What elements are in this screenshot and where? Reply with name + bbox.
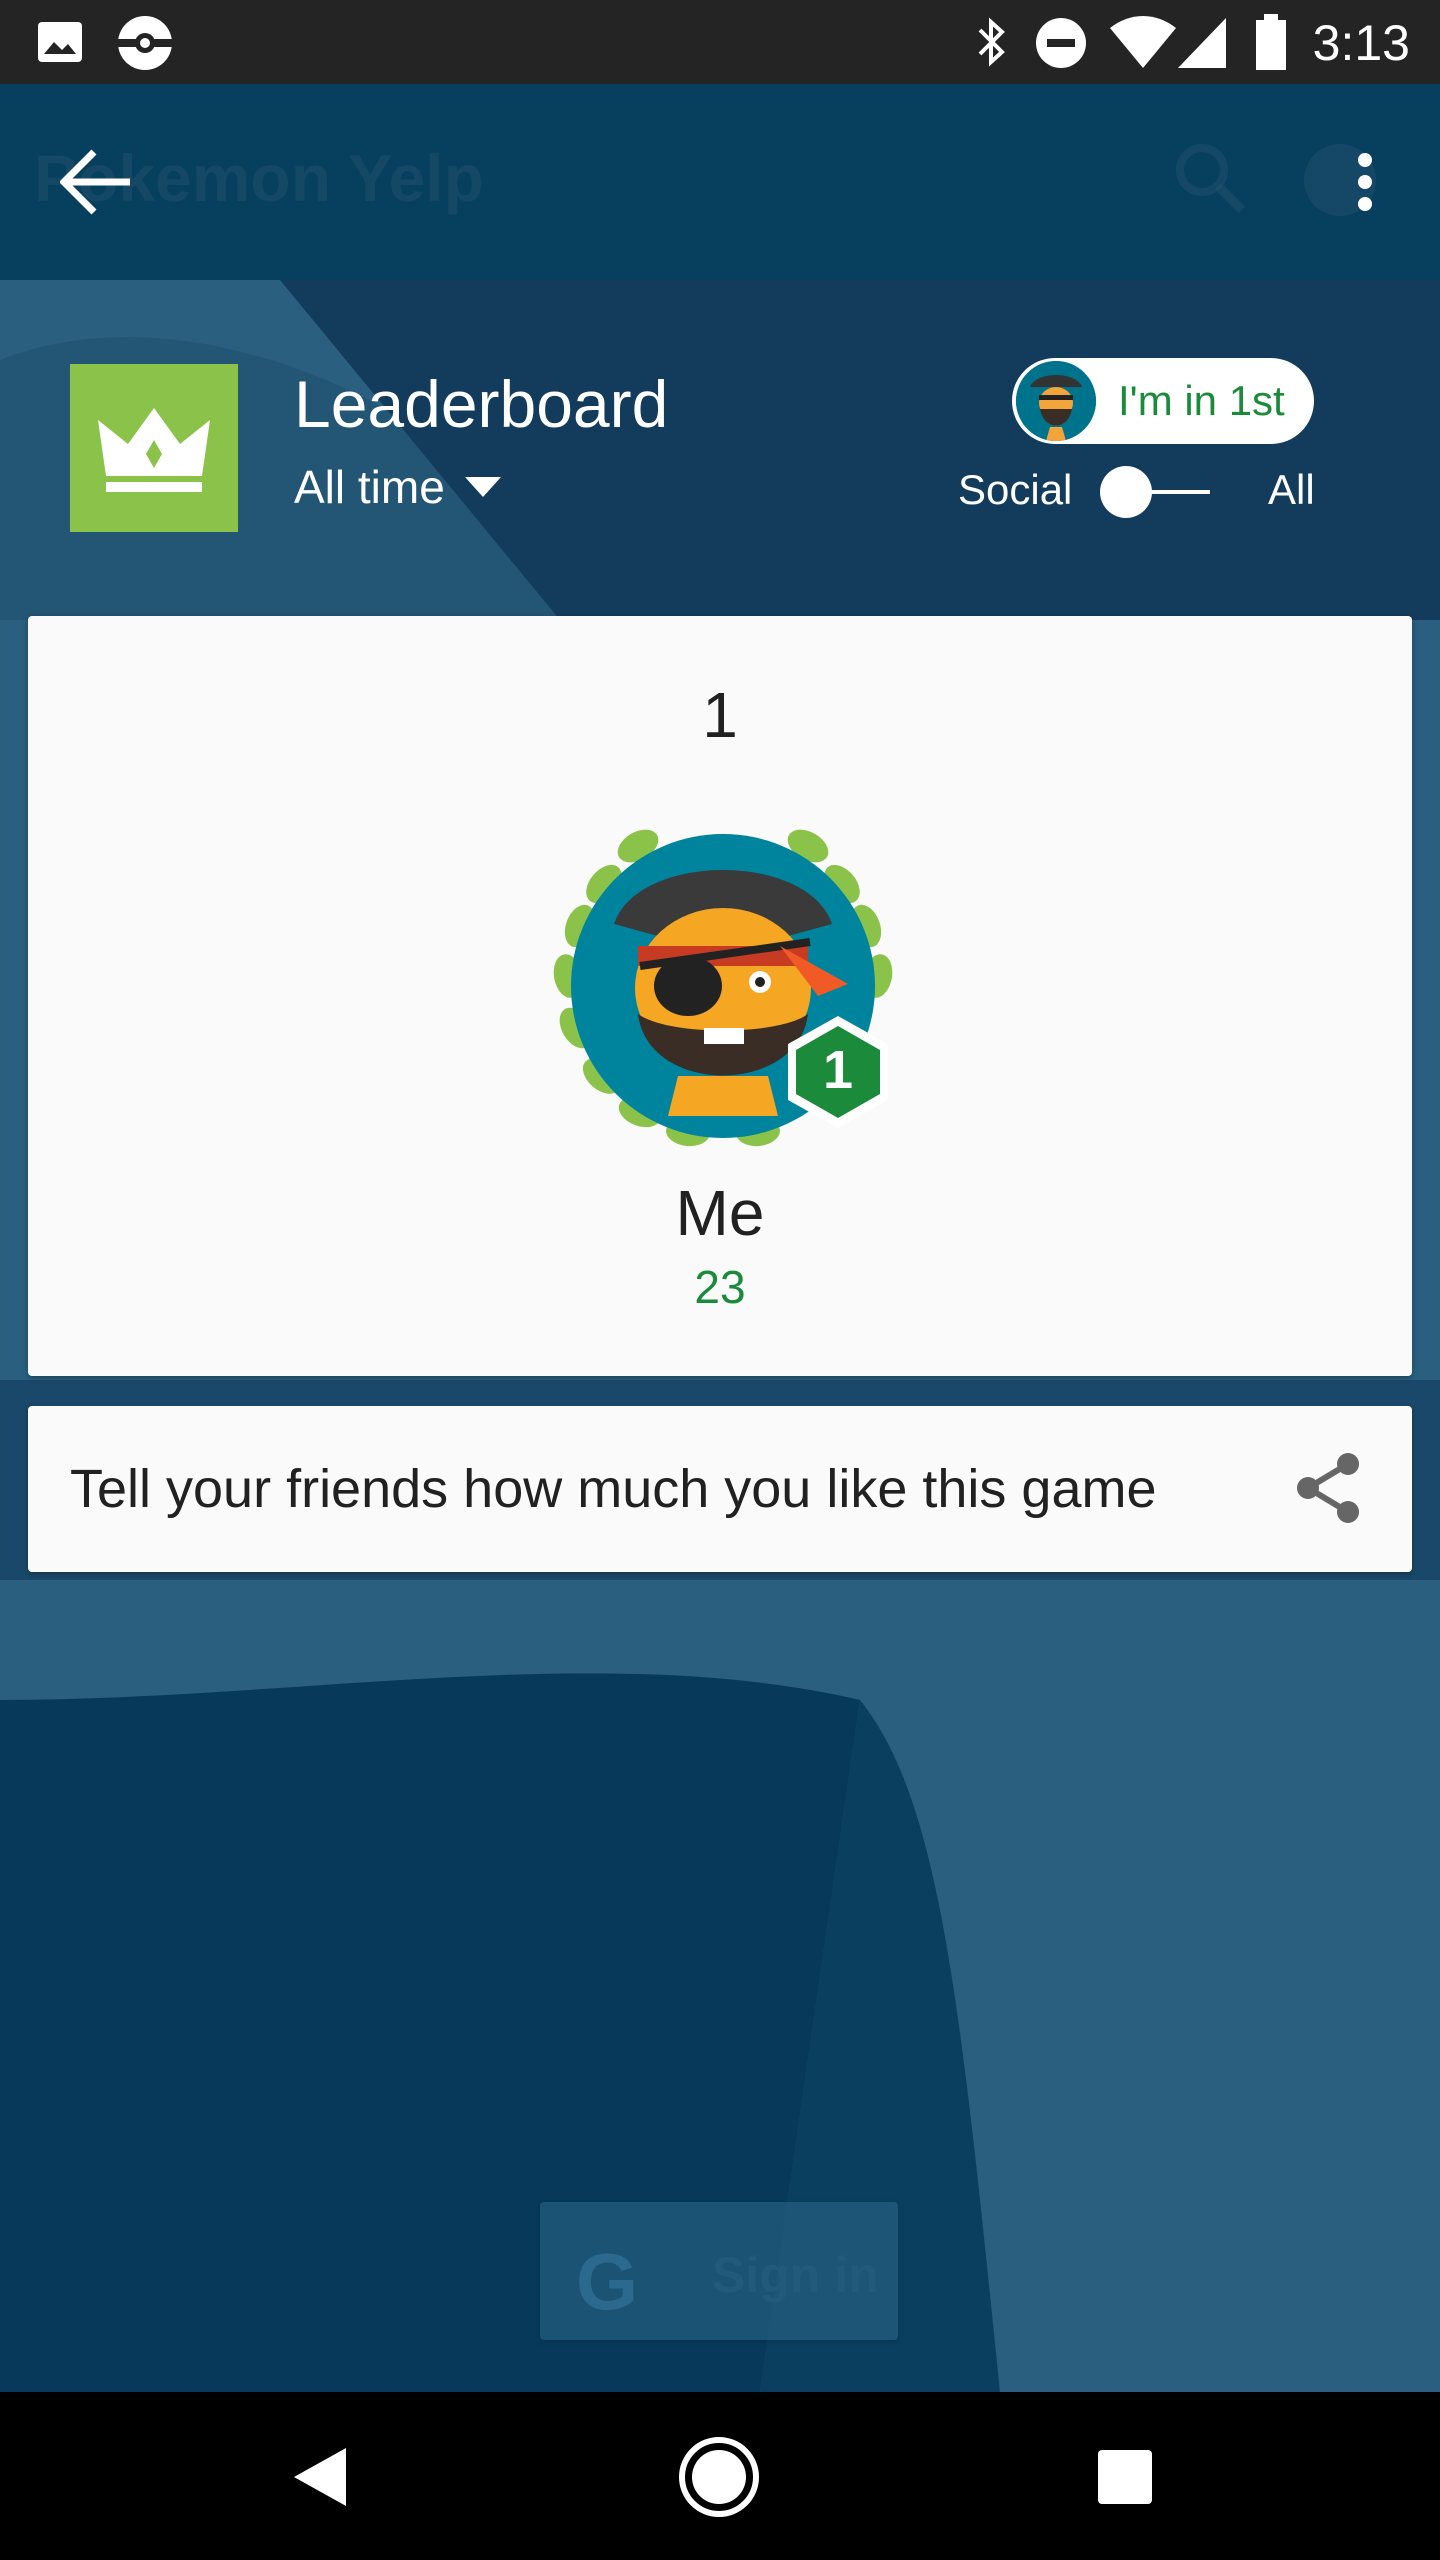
time-filter-dropdown[interactable]: All time [294,460,503,514]
share-icon[interactable] [1290,1448,1370,1528]
entry-rank: 1 [702,679,738,751]
pill-avatar [1016,361,1096,441]
google-icon: G [576,2237,639,2326]
pirate-avatar-icon [1016,361,1096,441]
navigation-bar [0,2392,1440,2560]
battery-icon [1256,14,1286,70]
wifi-icon [1110,16,1176,68]
more-vert-icon[interactable] [1340,148,1390,216]
nav-home-icon[interactable] [676,2434,762,2520]
rank-badge-number: 1 [823,1040,853,1100]
signal-icon [1178,18,1226,68]
pokeball-icon [118,16,172,70]
back-arrow-icon[interactable] [60,148,140,216]
leaderboard-badge [70,364,238,532]
nav-recents-icon[interactable] [1082,2434,1168,2520]
sign-in-button[interactable]: G Sign in [540,2202,898,2340]
social-label: Social [958,466,1073,513]
social-all-toggle[interactable] [1100,466,1210,518]
status-bar: 3:13 [0,0,1440,84]
search-icon[interactable] [1170,138,1250,218]
time-filter-label: All time [294,461,445,513]
my-rank-pill[interactable]: I'm in 1st [1012,358,1314,444]
sign-in-label: Sign in [712,2247,879,2303]
my-rank-label: I'm in 1st [1118,377,1285,424]
leaderboard-entry-card[interactable]: 1 1 Me 23 [28,616,1412,1376]
dropdown-arrow-icon [464,477,501,497]
bluetooth-icon [978,17,1005,67]
do-not-disturb-icon [1036,18,1086,68]
clock: 3:13 [1312,15,1410,71]
all-label: All [1268,466,1315,513]
player-avatar: 1 [553,829,893,1147]
crown-icon [98,408,210,492]
leaderboard-title: Leaderboard [294,367,669,441]
image-icon [38,22,82,62]
share-text: Tell your friends how much you like this… [70,1459,1157,1519]
share-row[interactable]: Tell your friends how much you like this… [28,1406,1412,1572]
nav-back-icon[interactable] [276,2434,362,2520]
toggle-thumb[interactable] [1100,466,1152,518]
player-score: 23 [694,1261,746,1313]
player-name: Me [675,1177,765,1249]
